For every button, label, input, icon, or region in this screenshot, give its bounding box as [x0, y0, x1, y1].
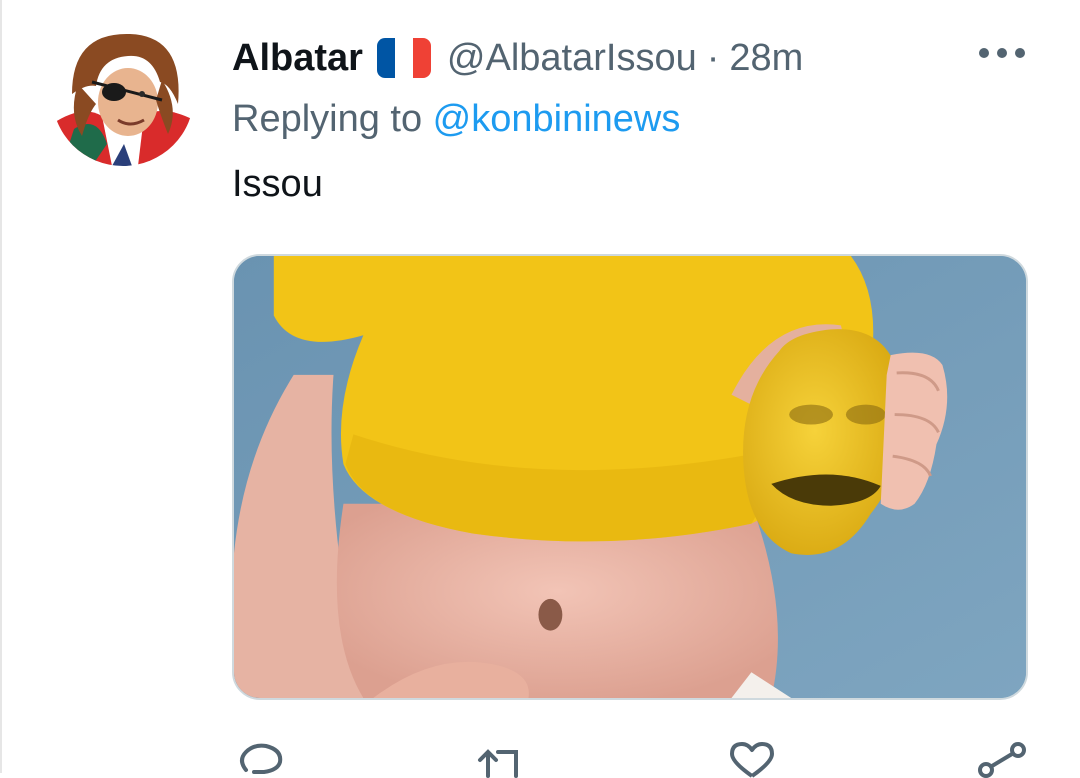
display-name[interactable]: Albatar: [232, 37, 363, 80]
retweet-button[interactable]: [472, 738, 532, 778]
tweet-header: Albatar @AlbatarIssou · 28m: [232, 30, 803, 86]
avatar-image: [52, 24, 194, 166]
more-horizontal-icon: [979, 48, 1025, 58]
reply-mention-link[interactable]: @konbininews: [433, 98, 681, 140]
more-options-button[interactable]: [972, 38, 1032, 68]
timestamp[interactable]: 28m: [729, 37, 803, 80]
tweet-text: Issou: [232, 163, 323, 205]
france-flag-icon: [376, 38, 431, 78]
replying-to-line: Replying to @konbininews: [232, 98, 680, 141]
avatar[interactable]: [52, 24, 194, 166]
user-handle[interactable]: @AlbatarIssou: [447, 37, 697, 80]
share-icon: [978, 742, 1026, 778]
replying-to-label: Replying to: [232, 98, 433, 140]
tweet-action-bar: [232, 738, 1032, 778]
separator-dot: ·: [706, 36, 720, 79]
like-button[interactable]: [722, 738, 782, 778]
reply-button[interactable]: [232, 738, 292, 778]
tweet-media-image[interactable]: [232, 254, 1028, 700]
retweet-icon: [478, 749, 518, 778]
share-button[interactable]: [972, 738, 1032, 778]
media-photo: [234, 256, 1026, 698]
reply-icon: [240, 743, 283, 774]
like-icon: [730, 742, 774, 778]
timeline-left-border: [0, 0, 2, 773]
